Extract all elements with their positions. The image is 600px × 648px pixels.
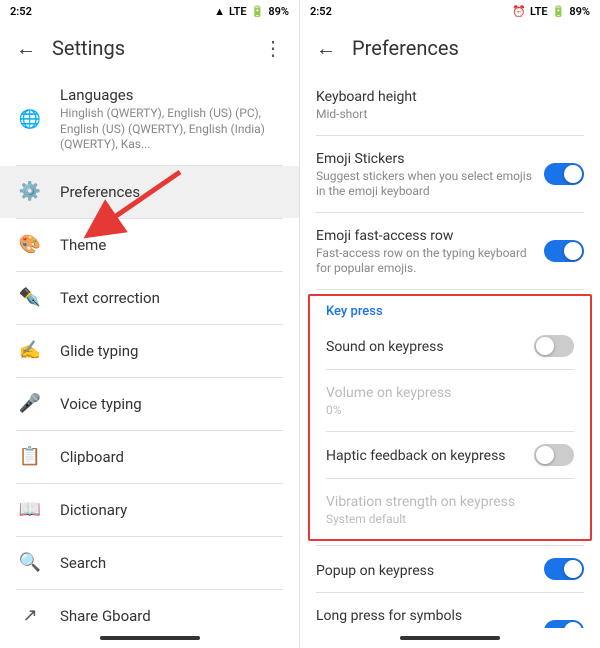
sidebar-item-dictionary[interactable]: 📖 Dictionary (0, 484, 299, 536)
right-back-button[interactable]: ← (316, 36, 336, 61)
left-battery: 89% (268, 5, 289, 18)
settings-list: Keyboard height Mid-short Emoji Stickers Su… (300, 74, 600, 628)
sound-on-keypress-toggle[interactable] (534, 335, 574, 357)
sidebar-item-share-gboard[interactable]: ↗ Share Gboard (0, 590, 299, 628)
setting-item-emoji-stickers[interactable]: Emoji Stickers Suggest stickers when you … (300, 136, 600, 212)
signal-icon: ▲ (214, 5, 225, 18)
sidebar-label-preferences: Preferences (60, 183, 140, 201)
left-title: Settings (52, 36, 263, 60)
long-press-symbols-toggle-knob (564, 622, 582, 628)
haptic-feedback-toggle-knob (536, 446, 554, 464)
battery-icon-right: 🔋 (552, 5, 566, 18)
text-correction-icon: ✒️ (16, 284, 44, 312)
battery-icon: 🔋 (251, 5, 265, 18)
right-status-bar: 2:52 ⏰ LTE 🔋 89% (300, 0, 600, 22)
more-options-button[interactable]: ⋮ (263, 36, 283, 60)
haptic-feedback-toggle[interactable] (534, 444, 574, 466)
setting-item-sound-on-keypress[interactable]: Sound on keypress (310, 323, 590, 369)
sidebar-sublabel-languages: Hinglish (QWERTY), English (US) (PC), En… (60, 106, 283, 153)
setting-title-emoji-stickers: Emoji Stickers (316, 151, 404, 167)
setting-item-popup-on-keypress[interactable]: Popup on keypress (300, 546, 600, 592)
setting-title-emoji-fast-access: Emoji fast-access row (316, 228, 453, 244)
key-press-section: Key press Sound on keypress Volume on keyp… (308, 294, 592, 541)
setting-item-keyboard-height: Keyboard height Mid-short (300, 74, 600, 135)
left-status-icons: ▲ LTE 🔋 89% (214, 5, 289, 18)
setting-item-emoji-fast-access[interactable]: Emoji fast-access row Fast-access row on … (300, 213, 600, 289)
sidebar-item-theme[interactable]: 🎨 Theme (0, 219, 299, 271)
right-status-icons: ⏰ LTE 🔋 89% (512, 5, 590, 18)
left-bottom-bar (0, 628, 300, 648)
share-gboard-icon: ↗ (16, 602, 44, 628)
left-home-indicator (100, 636, 200, 640)
sidebar-item-clipboard[interactable]: 📋 Clipboard (0, 431, 299, 483)
setting-subtitle-emoji-fast-access: Fast-access row on the typing keyboard f… (316, 246, 536, 277)
emoji-stickers-toggle-knob (564, 165, 582, 183)
lte-label: LTE (229, 5, 247, 18)
left-status-bar: 2:52 ▲ LTE 🔋 89% (0, 0, 300, 22)
setting-title-volume-on-keypress: Volume on keypress (326, 385, 451, 401)
right-settings-panel: Keyboard height Mid-short Emoji Stickers Su… (300, 74, 600, 628)
sidebar-label-theme: Theme (60, 236, 106, 254)
sidebar-label-clipboard: Clipboard (60, 448, 124, 466)
setting-subtitle-keyboard-height: Mid-short (316, 107, 576, 123)
setting-subtitle-emoji-stickers: Suggest stickers when you select emojis … (316, 169, 536, 200)
long-press-symbols-toggle[interactable] (544, 620, 584, 628)
left-time: 2:52 (10, 5, 32, 18)
sidebar-item-preferences[interactable]: ⚙️ Preferences (0, 166, 299, 218)
sidebar-label-share-gboard: Share Gboard (60, 607, 151, 625)
right-header: ← Preferences (300, 22, 600, 74)
setting-title-long-press-symbols: Long press for symbols (316, 608, 462, 624)
sidebar-item-glide-typing[interactable]: ✍️ Glide typing (0, 325, 299, 377)
right-battery: 89% (569, 5, 590, 18)
setting-title-sound-on-keypress: Sound on keypress (326, 339, 444, 355)
dictionary-icon: 📖 (16, 496, 44, 524)
sidebar-item-voice-typing[interactable]: 🎤 Voice typing (0, 378, 299, 430)
popup-on-keypress-toggle-knob (564, 560, 582, 578)
setting-subtitle-volume-on-keypress: 0% (326, 403, 566, 419)
alarm-icon: ⏰ (512, 5, 526, 18)
left-nav-panel: 🌐 Languages Hinglish (QWERTY), English (US… (0, 74, 300, 628)
setting-title-keyboard-height: Keyboard height (316, 89, 417, 105)
emoji-fast-access-toggle[interactable] (544, 240, 584, 262)
sidebar-item-text-correction[interactable]: ✒️ Text correction (0, 272, 299, 324)
glide-typing-icon: ✍️ (16, 337, 44, 365)
emoji-stickers-toggle[interactable] (544, 163, 584, 185)
sidebar-label-search: Search (60, 554, 106, 572)
setting-title-haptic-feedback: Haptic feedback on keypress (326, 448, 506, 464)
sidebar-item-languages[interactable]: 🌐 Languages Hinglish (QWERTY), English (US… (0, 74, 299, 165)
preferences-icon: ⚙️ (16, 178, 44, 206)
sidebar-item-search[interactable]: 🔍 Search (0, 537, 299, 589)
setting-title-popup-on-keypress: Popup on keypress (316, 563, 434, 579)
right-bottom-bar (300, 628, 600, 648)
voice-typing-icon: 🎤 (16, 390, 44, 418)
key-press-label: Key press (310, 296, 590, 323)
popup-on-keypress-toggle[interactable] (544, 558, 584, 580)
sidebar-label-languages: Languages (60, 86, 283, 104)
setting-title-vibration-strength: Vibration strength on keypress (326, 494, 515, 510)
sidebar-label-voice-typing: Voice typing (60, 395, 142, 413)
nav-list: 🌐 Languages Hinglish (QWERTY), English (US… (0, 74, 299, 628)
setting-item-haptic-feedback[interactable]: Haptic feedback on keypress (310, 432, 590, 478)
setting-item-volume-on-keypress: Volume on keypress 0% (310, 370, 590, 431)
right-time: 2:52 (310, 5, 332, 18)
sidebar-label-text-correction: Text correction (60, 289, 160, 307)
sidebar-label-glide-typing: Glide typing (60, 342, 138, 360)
search-icon: 🔍 (16, 549, 44, 577)
sound-on-keypress-toggle-knob (536, 337, 554, 355)
lte-label-right: LTE (530, 5, 548, 18)
right-home-indicator (400, 636, 500, 640)
languages-icon: 🌐 (16, 105, 44, 133)
setting-item-long-press-symbols[interactable]: Long press for symbolsLong press keys to… (300, 593, 600, 628)
theme-icon: 🎨 (16, 231, 44, 259)
clipboard-icon: 📋 (16, 443, 44, 471)
emoji-fast-access-toggle-knob (564, 242, 582, 260)
left-header: ← Settings ⋮ (0, 22, 300, 74)
right-title: Preferences (352, 36, 459, 60)
setting-item-vibration-strength: Vibration strength on keypress System def… (310, 479, 590, 540)
sidebar-label-dictionary: Dictionary (60, 501, 127, 519)
left-back-button[interactable]: ← (16, 36, 36, 61)
setting-subtitle-vibration-strength: System default (326, 512, 566, 528)
